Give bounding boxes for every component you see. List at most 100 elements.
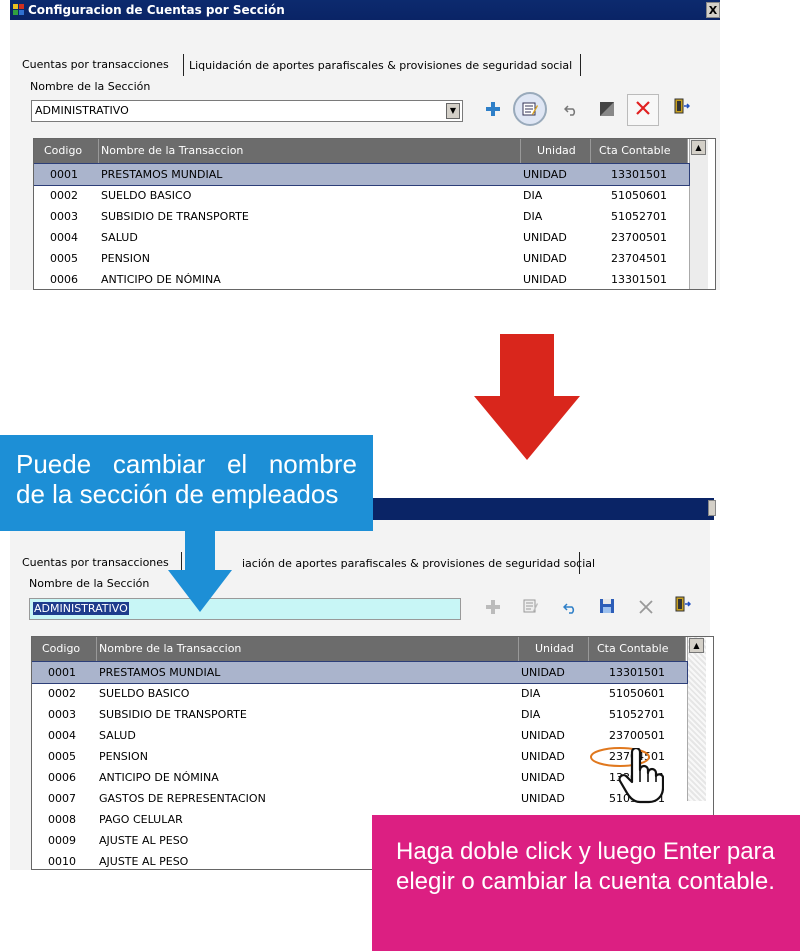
cell-codigo: 0005	[48, 750, 76, 763]
table-row[interactable]: 0006 ANTICIPO DE NÓMINA UNIDAD 13301501	[32, 767, 687, 788]
plus-icon[interactable]	[482, 100, 504, 122]
cell-nombre: SUBSIDIO DE TRANSPORTE	[99, 708, 247, 721]
section-value-selected: ADMINISTRATIVO	[33, 602, 129, 615]
col-header-cta[interactable]: Cta Contable	[589, 637, 686, 661]
table-row[interactable]: 0005 PENSION UNIDAD 23704501	[34, 248, 689, 269]
col-header-nombre[interactable]: Nombre de la Transaccion	[99, 139, 521, 163]
cell-unidad: UNIDAD	[523, 252, 567, 265]
cell-cta: 51052701	[611, 210, 667, 223]
delete-icon[interactable]	[627, 94, 659, 126]
table-row[interactable]: 0001 PRESTAMOS MUNDIAL UNIDAD 13301501	[32, 661, 688, 684]
scroll-up-icon[interactable]: ▲	[689, 638, 704, 653]
section-label: Nombre de la Sección	[29, 577, 150, 590]
exit-icon[interactable]	[671, 98, 693, 120]
cell-unidad: UNIDAD	[521, 666, 565, 679]
cell-nombre: SALUD	[99, 729, 136, 742]
tab-strip-lower: Cuentas por transacciones iación de apor…	[22, 552, 712, 578]
cell-codigo: 0006	[48, 771, 76, 784]
grid-scrollbar[interactable]: ▲	[689, 139, 708, 289]
cell-nombre: PENSION	[99, 750, 148, 763]
callout-blue-line1: Puede cambiar el nombre	[16, 449, 357, 479]
tab-liquidacion[interactable]: iación de aportes parafiscales & provisi…	[242, 557, 595, 570]
tab-liquidacion[interactable]: Liquidación de aportes parafiscales & pr…	[189, 59, 572, 72]
cell-nombre: GASTOS DE REPRESENTACION	[99, 792, 266, 805]
hand-cursor-icon	[618, 748, 664, 804]
table-row[interactable]: 0004 SALUD UNIDAD 23700501	[34, 227, 689, 248]
cell-nombre: SUBSIDIO DE TRANSPORTE	[101, 210, 249, 223]
table-row[interactable]: 0002 SUELDO BASICO DIA 51050601	[34, 185, 689, 206]
table-row[interactable]: 0002 SUELDO BASICO DIA 51050601	[32, 683, 687, 704]
cell-unidad: DIA	[521, 687, 541, 700]
exit-icon[interactable]	[672, 596, 694, 618]
cell-nombre: PRESTAMOS MUNDIAL	[99, 666, 221, 679]
down-arrow-icon	[168, 528, 232, 612]
tab-divider	[579, 552, 580, 574]
tab-divider	[183, 54, 184, 76]
col-header-nombre[interactable]: Nombre de la Transaccion	[97, 637, 519, 661]
cell-codigo: 0002	[48, 687, 76, 700]
section-name-input[interactable]: ADMINISTRATIVO	[29, 598, 461, 620]
cell-nombre: PENSION	[101, 252, 150, 265]
cell-codigo: 0010	[48, 855, 76, 868]
col-header-unidad[interactable]: Unidad	[519, 637, 589, 661]
transactions-grid: Codigo Nombre de la Transaccion Unidad C…	[33, 138, 716, 290]
plus-icon[interactable]	[482, 598, 504, 620]
cell-cta: 13301501	[611, 168, 667, 181]
undo-icon[interactable]	[559, 598, 581, 620]
window-title: Configuracion de Cuentas por Sección	[28, 3, 285, 17]
table-row[interactable]: 0004 SALUD UNIDAD 23700501	[32, 725, 687, 746]
cell-cta: 13301501	[609, 666, 665, 679]
cell-nombre: PRESTAMOS MUNDIAL	[101, 168, 223, 181]
save-icon[interactable]	[596, 598, 618, 620]
undo-icon[interactable]	[560, 100, 582, 122]
col-header-unidad[interactable]: Unidad	[521, 139, 591, 163]
cell-unidad: DIA	[523, 189, 543, 202]
cell-unidad: UNIDAD	[523, 168, 567, 181]
section-combo[interactable]: ADMINISTRATIVO ▼	[31, 100, 463, 122]
cell-codigo: 0001	[50, 168, 78, 181]
cell-codigo: 0009	[48, 834, 76, 847]
cell-nombre: ANTICIPO DE NÓMINA	[99, 771, 219, 784]
cell-codigo: 0004	[50, 231, 78, 244]
tab-cuentas[interactable]: Cuentas por transacciones	[22, 556, 169, 569]
cell-cta: 51052701	[609, 708, 665, 721]
cell-codigo: 0008	[48, 813, 76, 826]
cell-nombre: SALUD	[101, 231, 138, 244]
cell-unidad: DIA	[521, 708, 541, 721]
callout-section-name: Puede cambiar el nombre de la sección de…	[0, 435, 373, 531]
save-icon[interactable]	[596, 100, 618, 122]
cell-unidad: UNIDAD	[521, 750, 565, 763]
chevron-down-icon[interactable]: ▼	[446, 103, 460, 119]
cell-unidad: UNIDAD	[523, 273, 567, 286]
table-row[interactable]: 0001 PRESTAMOS MUNDIAL UNIDAD 13301501	[34, 163, 690, 186]
close-button-lower[interactable]	[708, 500, 716, 516]
grid-scrollbar[interactable]: ▲	[687, 637, 706, 801]
table-row[interactable]: 0003 SUBSIDIO DE TRANSPORTE DIA 51052701	[34, 206, 689, 227]
table-row[interactable]: 0005 PENSION UNIDAD 23704501	[32, 746, 687, 767]
cell-cta: 51050601	[611, 189, 667, 202]
col-header-codigo[interactable]: Codigo	[32, 637, 97, 661]
cell-cta: 23700501	[609, 729, 665, 742]
down-arrow-icon	[474, 334, 580, 460]
edit-icon[interactable]	[520, 598, 542, 620]
cell-cta: 51050601	[609, 687, 665, 700]
col-header-codigo[interactable]: Codigo	[34, 139, 99, 163]
cell-nombre: SUELDO BASICO	[101, 189, 192, 202]
section-value: ADMINISTRATIVO	[35, 104, 129, 117]
cell-unidad: UNIDAD	[521, 771, 565, 784]
cell-nombre: SUELDO BASICO	[99, 687, 190, 700]
delete-icon[interactable]	[635, 598, 657, 620]
callout-blue-line2: de la sección de empleados	[16, 479, 339, 509]
close-button[interactable]: X	[706, 2, 720, 18]
table-row[interactable]: 0007 GASTOS DE REPRESENTACION UNIDAD 510…	[32, 788, 687, 809]
tab-cuentas[interactable]: Cuentas por transacciones	[22, 58, 169, 71]
table-row[interactable]: 0006 ANTICIPO DE NÓMINA UNIDAD 13301501	[34, 269, 689, 289]
cell-nombre: ANTICIPO DE NÓMINA	[101, 273, 221, 286]
cell-codigo: 0005	[50, 252, 78, 265]
table-row[interactable]: 0003 SUBSIDIO DE TRANSPORTE DIA 51052701	[32, 704, 687, 725]
edit-icon[interactable]	[513, 92, 547, 126]
scroll-up-icon[interactable]: ▲	[691, 140, 706, 155]
cell-codigo: 0004	[48, 729, 76, 742]
col-header-cta[interactable]: Cta Contable	[591, 139, 688, 163]
callout-cuenta-contable: Haga doble click y luego Enter para eleg…	[372, 815, 800, 951]
